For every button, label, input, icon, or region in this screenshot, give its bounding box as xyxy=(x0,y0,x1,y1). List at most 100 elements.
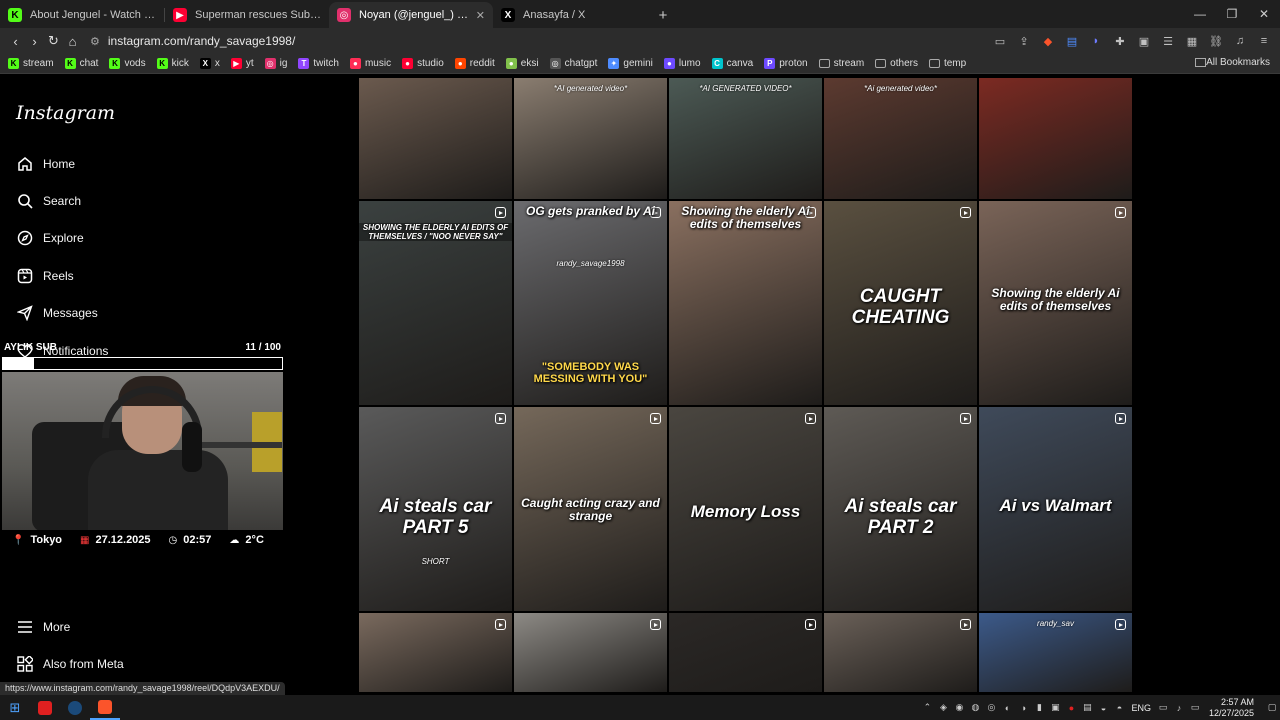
post-tile[interactable]: SHOWING THE ELDERLY AI EDITS OF THEMSELV… xyxy=(359,201,512,405)
post-tile[interactable]: Ai steals car PART 5 SHORT xyxy=(359,407,512,611)
media-icon[interactable]: ♫ xyxy=(1230,31,1250,51)
post-tile[interactable] xyxy=(824,613,977,692)
post-tile[interactable] xyxy=(359,78,512,199)
post-tile[interactable] xyxy=(979,78,1132,199)
reader-icon[interactable]: ☰ xyxy=(1158,31,1178,51)
tray-app-icon[interactable]: ◈ xyxy=(935,702,951,713)
bookmark-others[interactable]: others xyxy=(875,58,918,69)
bookmark-reddit[interactable]: ● reddit xyxy=(454,58,495,69)
browser-tab[interactable]: ◎ Noyan (@jenguel_) • Instagram ✕ xyxy=(329,2,493,28)
browser-tab[interactable]: K About Jenguel - Watch Live on Kick xyxy=(0,2,164,28)
forward-icon[interactable]: › xyxy=(25,31,44,51)
bookmark-stream[interactable]: stream xyxy=(818,58,864,69)
tray-app4-icon[interactable]: ◑ xyxy=(1015,703,1031,713)
nav-explore[interactable]: Explore xyxy=(16,229,84,246)
close-tab-icon[interactable]: ✕ xyxy=(476,9,485,22)
link-icon[interactable]: ⛓ xyxy=(1206,31,1226,51)
tray-mic-icon[interactable]: ▮ xyxy=(1031,702,1047,713)
reload-icon[interactable]: ↻ xyxy=(44,31,63,51)
post-tile[interactable]: Showing the elderly Ai edits of themselv… xyxy=(669,201,822,405)
post-tile[interactable]: *AI GENERATED VIDEO* xyxy=(669,78,822,199)
brave-shield-icon[interactable]: ◆ xyxy=(1038,31,1058,51)
bookmark-kick[interactable]: Kkick xyxy=(156,58,189,69)
site-settings-icon[interactable]: ⚙ xyxy=(90,35,100,48)
bookmark-ig[interactable]: ◎ ig xyxy=(264,58,287,69)
post-tile[interactable]: CAUGHT CHEATING xyxy=(824,201,977,405)
post-tile[interactable]: randy_sav xyxy=(979,613,1132,692)
network-icon[interactable]: ▭ xyxy=(1155,702,1171,713)
post-tile[interactable]: *AI generated video* xyxy=(514,78,667,199)
back-icon[interactable]: ‹ xyxy=(6,31,25,51)
menu-icon[interactable]: ≡ xyxy=(1254,31,1274,51)
share-icon[interactable]: ⇪ xyxy=(1014,31,1034,51)
notifications-icon[interactable]: ▢ xyxy=(1264,702,1280,713)
bookmark-canva[interactable]: Ccanva xyxy=(711,58,753,69)
bookmark-chatgpt[interactable]: ◎ chatgpt xyxy=(549,58,597,69)
bookmark-twitch[interactable]: Ttwitch xyxy=(298,58,339,69)
app-icon-red[interactable] xyxy=(30,695,60,720)
tray-discord-icon[interactable]: ◍ xyxy=(967,702,983,713)
bookmark-proton[interactable]: Pproton xyxy=(764,58,808,69)
also-from-meta-button[interactable]: Also from Meta xyxy=(16,655,124,672)
post-tile[interactable]: Ai steals car PART 2 xyxy=(824,407,977,611)
volume-icon[interactable]: ♪ xyxy=(1171,703,1187,713)
tray-chevron-icon[interactable]: ⌃ xyxy=(919,702,935,713)
tray-app6-icon[interactable]: ▤ xyxy=(1079,702,1095,713)
address-bar[interactable]: ⚙ instagram.com/randy_savage1998/ xyxy=(90,30,990,52)
post-tile[interactable] xyxy=(669,613,822,692)
browser-tab[interactable]: ▶ Superman rescues Subarmine #shorts xyxy=(165,2,329,28)
bookmark-temp[interactable]: temp xyxy=(928,58,966,69)
nav-search[interactable]: Search xyxy=(16,192,81,209)
extensions-icon[interactable]: ✚ xyxy=(1110,31,1130,51)
battery-icon[interactable]: ▭ xyxy=(1187,702,1203,713)
bookmark-chat[interactable]: Kchat xyxy=(64,58,98,69)
bookmark-yt[interactable]: ▶ yt xyxy=(230,58,254,69)
nav-home[interactable]: Home xyxy=(16,155,75,172)
post-tile[interactable]: *Ai generated video* xyxy=(824,78,977,199)
tray-record-icon[interactable]: ● xyxy=(1063,703,1079,713)
cast-icon[interactable]: ▭ xyxy=(990,31,1010,51)
tray-chrome-icon[interactable]: ◓ xyxy=(1111,703,1127,713)
restore-icon[interactable]: ❐ xyxy=(1216,0,1248,28)
taskbar-clock[interactable]: 2:57 AM 12/27/2025 xyxy=(1209,697,1254,719)
bookmark-vods[interactable]: Kvods xyxy=(109,58,146,69)
new-tab-icon[interactable]: + xyxy=(649,2,677,28)
post-tile[interactable] xyxy=(514,613,667,692)
steam-icon[interactable] xyxy=(60,695,90,720)
bookmark-stream[interactable]: Kstream xyxy=(8,58,54,69)
browser-tab[interactable]: X Anasayfa / X xyxy=(493,2,649,28)
post-tile[interactable]: Memory Loss xyxy=(669,407,822,611)
bookmark-eksi[interactable]: ● eksi xyxy=(505,58,539,69)
brave-browser-icon[interactable] xyxy=(90,695,120,720)
tray-app7-icon[interactable]: ◒ xyxy=(1095,703,1111,713)
bookmark-music[interactable]: ● music xyxy=(349,58,391,69)
post-tile[interactable] xyxy=(359,613,512,692)
more-button[interactable]: More xyxy=(16,618,70,635)
instagram-logo[interactable]: Instagram xyxy=(16,102,115,124)
home-browser-icon[interactable]: ⌂ xyxy=(63,31,82,51)
language-indicator[interactable]: ENG xyxy=(1131,703,1151,713)
all-bookmarks-button[interactable]: All Bookmarks xyxy=(1195,57,1270,68)
bookmark-lumo[interactable]: ● lumo xyxy=(663,58,701,69)
sidebar-icon[interactable]: ▤ xyxy=(1062,31,1082,51)
post-tile[interactable]: OG gets pranked by Ai "SOMEBODY WAS MESSI… xyxy=(514,201,667,405)
post-tile[interactable]: Ai vs Walmart xyxy=(979,407,1132,611)
post-tile[interactable]: Showing the elderly Ai edits of themselv… xyxy=(979,201,1132,405)
tray-steam-icon[interactable]: ◉ xyxy=(951,702,967,713)
wallet-icon[interactable]: ▦ xyxy=(1182,31,1202,51)
close-window-icon[interactable]: ✕ xyxy=(1248,0,1280,28)
bookmark-x[interactable]: Xx xyxy=(199,58,220,69)
windows-start-icon[interactable]: ⊞ xyxy=(0,695,30,720)
bookmark-favicon-icon: T xyxy=(298,58,310,69)
bookmark-studio[interactable]: ● studio xyxy=(402,58,444,69)
minimize-icon[interactable]: — xyxy=(1184,0,1216,28)
tray-app5-icon[interactable]: ▣ xyxy=(1047,702,1063,713)
tabs-icon[interactable]: ▣ xyxy=(1134,31,1154,51)
post-tile[interactable]: Caught acting crazy and strange xyxy=(514,407,667,611)
tray-app2-icon[interactable]: ◎ xyxy=(983,702,999,713)
nav-messages[interactable]: Messages xyxy=(16,304,98,321)
tray-app3-icon[interactable]: ◐ xyxy=(999,703,1015,713)
rewards-icon[interactable]: ◗ xyxy=(1086,31,1106,51)
bookmark-gemini[interactable]: ✦ gemini xyxy=(608,58,653,69)
nav-reels[interactable]: Reels xyxy=(16,267,74,284)
